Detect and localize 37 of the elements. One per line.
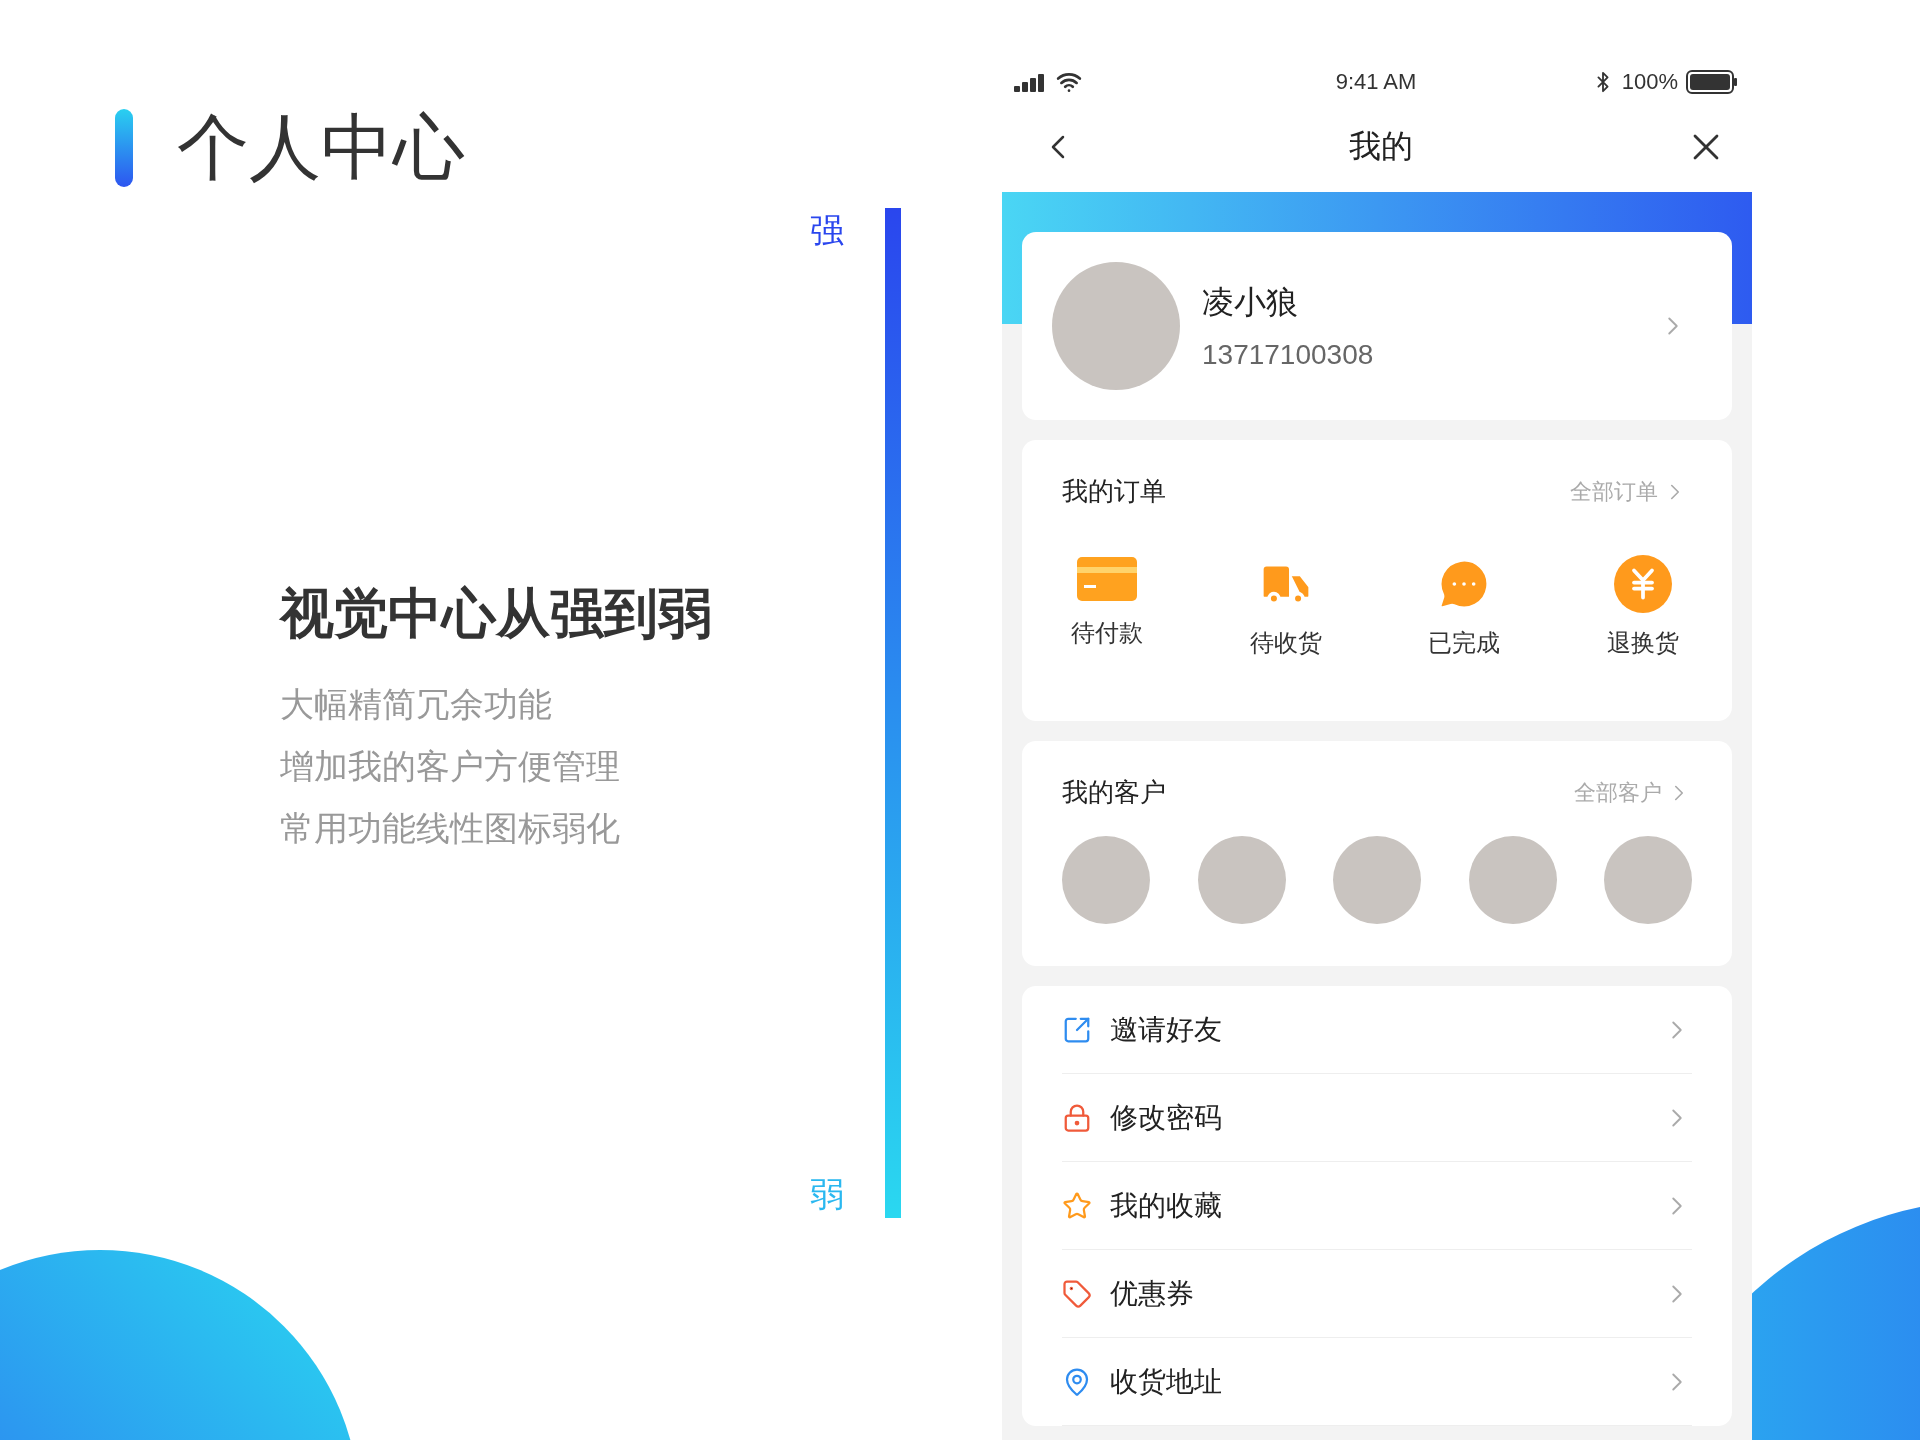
- menu-label: 邀请好友: [1110, 1012, 1223, 1047]
- menu-item[interactable]: 收货地址: [1062, 1338, 1692, 1426]
- feature-point: 常用功能线性图标弱化: [280, 808, 621, 849]
- user-name: 凌小狼: [1202, 283, 1299, 322]
- nav-title: 我的: [1349, 127, 1413, 166]
- order-status-button[interactable]: 已完成: [1419, 555, 1510, 659]
- section-title: 我的订单: [1062, 475, 1166, 508]
- profile-card[interactable]: 凌小狼 13717100308: [1022, 232, 1732, 420]
- menu-label: 收货地址: [1110, 1364, 1223, 1399]
- menu-item[interactable]: 邀请好友: [1062, 986, 1692, 1074]
- menu-item[interactable]: 优惠券: [1062, 1250, 1692, 1338]
- order-status-button[interactable]: 待收货: [1240, 555, 1331, 659]
- order-status-button[interactable]: 待付款: [1062, 555, 1152, 659]
- battery-icon: [1686, 70, 1738, 94]
- menu-item[interactable]: 我的收藏: [1062, 1162, 1692, 1250]
- tag-icon: [1062, 1278, 1092, 1309]
- lock-icon: [1062, 1102, 1092, 1133]
- heading: 视觉中心从强到弱: [280, 582, 713, 645]
- link-text: 全部客户: [1574, 778, 1662, 807]
- star-icon: [1062, 1190, 1092, 1221]
- link-text: 全部订单: [1570, 477, 1658, 506]
- menu-label: 优惠券: [1110, 1276, 1195, 1311]
- section-title: 我的客户: [1062, 776, 1166, 809]
- battery-percent: 100%: [1621, 69, 1678, 95]
- page-title: 个人中心: [177, 106, 465, 189]
- scale-label: 弱: [810, 1174, 845, 1215]
- yen-coin-icon: [1613, 555, 1672, 613]
- menu-item[interactable]: 修改密码: [1062, 1074, 1692, 1162]
- phone-number: 13717100308: [1202, 339, 1375, 371]
- menu-label: 我的收藏: [1110, 1188, 1223, 1223]
- feature-point: 增加我的客户方便管理: [280, 746, 621, 787]
- card-icon: [1076, 555, 1138, 603]
- menu-label: 修改密码: [1110, 1100, 1223, 1135]
- order-status-button[interactable]: 退换货: [1597, 555, 1688, 659]
- scale-label: 强: [810, 210, 845, 251]
- status-time: 9:41 AM: [1335, 69, 1417, 95]
- feature-point: 大幅精简冗余功能: [280, 684, 553, 725]
